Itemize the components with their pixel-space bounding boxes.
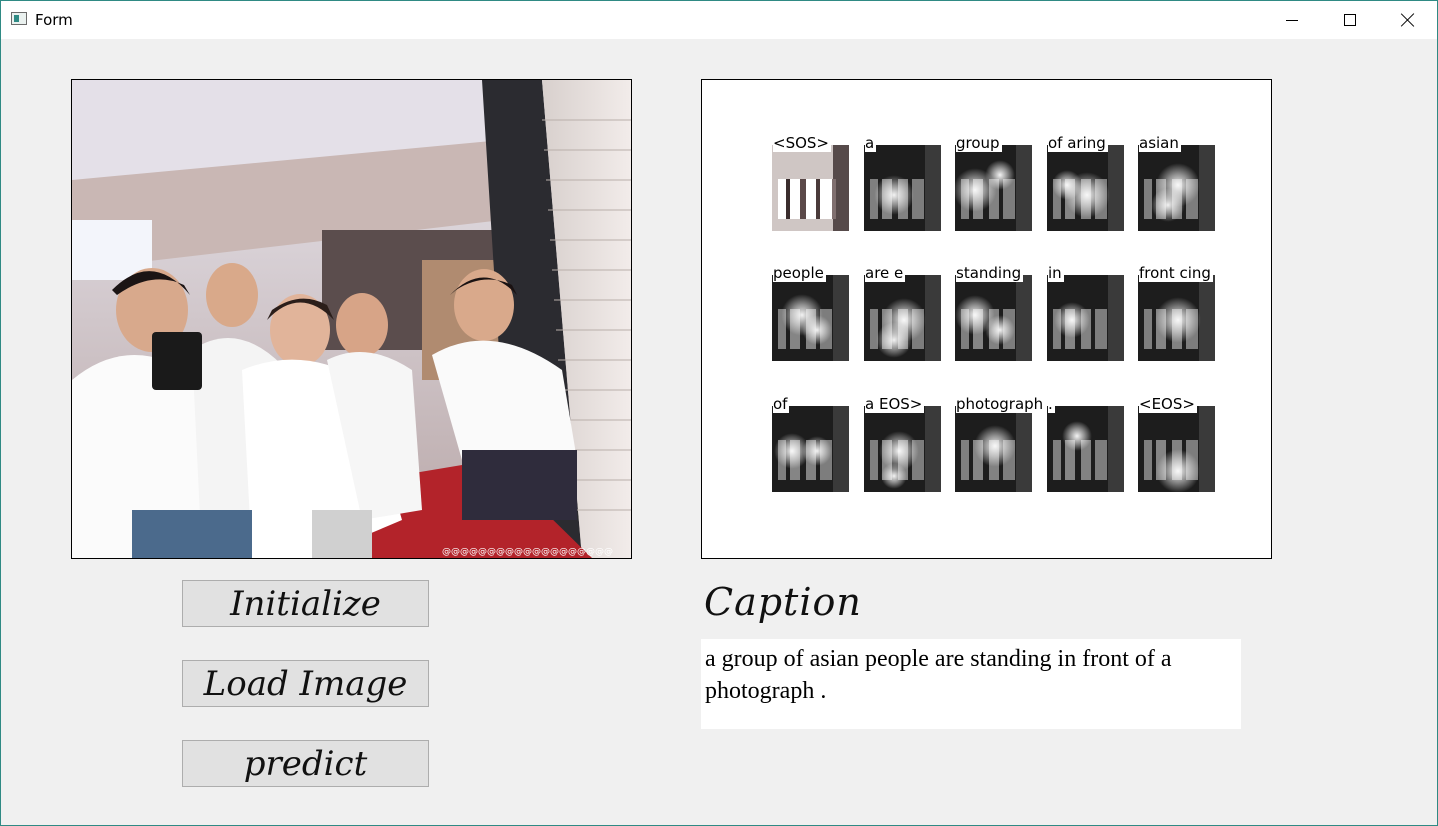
minimize-button[interactable] bbox=[1263, 1, 1321, 39]
attention-word-label: photograph bbox=[956, 395, 1046, 413]
maximize-icon bbox=[1344, 14, 1356, 26]
attention-word-label: <EOS> bbox=[1139, 395, 1197, 413]
window-title: Form bbox=[35, 11, 73, 29]
attention-heatmap-image bbox=[1047, 406, 1124, 492]
svg-text:@@@@@@@@@@@@@@@@@@@: @@@@@@@@@@@@@@@@@@@ bbox=[442, 547, 613, 557]
attention-heatmap-image bbox=[772, 275, 849, 361]
attention-cell: <EOS> bbox=[1138, 396, 1216, 496]
predict-button[interactable]: predict bbox=[182, 740, 429, 787]
attention-heatmap-image bbox=[864, 145, 941, 231]
title-bar[interactable]: Form bbox=[1, 1, 1437, 39]
attention-word-label: are e bbox=[865, 264, 906, 282]
attention-word-label: in bbox=[1048, 264, 1064, 282]
attention-map-view: <SOS> a group of aring asian people are e stand… bbox=[701, 79, 1272, 559]
caption-heading: Caption bbox=[704, 580, 862, 624]
attention-word-label: people bbox=[773, 264, 826, 282]
attention-cell: a bbox=[864, 135, 942, 235]
attention-heatmap-image bbox=[1047, 145, 1124, 231]
attention-heatmap-image bbox=[772, 145, 849, 231]
attention-cell: people bbox=[772, 265, 850, 365]
attention-heatmap-image bbox=[955, 145, 1032, 231]
attention-cell: a EOS> bbox=[864, 396, 942, 496]
attention-cell: front cing bbox=[1138, 265, 1216, 365]
attention-cell: group bbox=[955, 135, 1033, 235]
attention-cell: . bbox=[1047, 396, 1125, 496]
load-image-button[interactable]: Load Image bbox=[182, 660, 429, 707]
attention-heatmap-image bbox=[1138, 145, 1215, 231]
attention-cell: photograph bbox=[955, 396, 1046, 496]
close-icon bbox=[1401, 13, 1415, 27]
caption-text: a group of asian people are standing in … bbox=[705, 646, 1172, 704]
attention-word-label: standing bbox=[956, 264, 1024, 282]
attention-word-label: a bbox=[865, 134, 877, 152]
attention-heatmap-image bbox=[1138, 275, 1215, 361]
attention-heatmap-image bbox=[864, 406, 941, 492]
attention-heatmap-image bbox=[1047, 275, 1124, 361]
attention-cell: are e bbox=[864, 265, 942, 365]
initialize-button[interactable]: Initialize bbox=[182, 580, 429, 627]
attention-word-label: of bbox=[773, 395, 790, 413]
input-photo: @@@@@@@@@@@@@@@@@@@ bbox=[72, 80, 631, 558]
attention-word-label: asian bbox=[1139, 134, 1181, 152]
maximize-button[interactable] bbox=[1321, 1, 1379, 39]
attention-heatmap-image bbox=[955, 406, 1032, 492]
attention-heatmap-image bbox=[864, 275, 941, 361]
attention-heatmap-image bbox=[1138, 406, 1215, 492]
attention-word-label: of aring bbox=[1048, 134, 1108, 152]
attention-word-label: <SOS> bbox=[773, 134, 831, 152]
attention-heatmap-image bbox=[772, 406, 849, 492]
attention-word-label: a EOS> bbox=[865, 395, 925, 413]
attention-word-label: front cing bbox=[1139, 264, 1213, 282]
attention-word-label: group bbox=[956, 134, 1002, 152]
close-button[interactable] bbox=[1379, 1, 1437, 39]
attention-heatmap-image bbox=[955, 275, 1032, 361]
attention-cell: of aring bbox=[1047, 135, 1125, 235]
attention-cell: of bbox=[772, 396, 850, 496]
input-image-view: @@@@@@@@@@@@@@@@@@@ bbox=[71, 79, 632, 559]
caption-output-box: a group of asian people are standing in … bbox=[701, 639, 1241, 729]
attention-cell: <SOS> bbox=[772, 135, 850, 235]
attention-cell: asian bbox=[1138, 135, 1216, 235]
attention-cell: standing bbox=[955, 265, 1033, 365]
app-icon bbox=[11, 12, 27, 25]
attention-word-label: . bbox=[1048, 395, 1055, 413]
attention-cell: in bbox=[1047, 265, 1125, 365]
minimize-icon bbox=[1286, 19, 1298, 21]
